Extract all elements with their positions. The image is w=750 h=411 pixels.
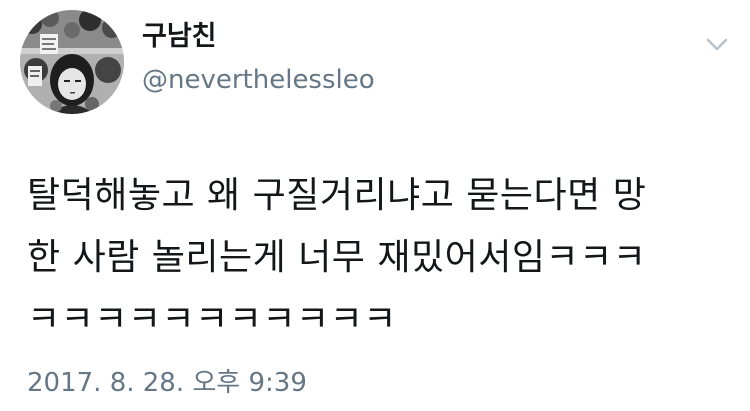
tweet-card: 구남친 @neverthelessleo 탈덕해놓고 왜 구질거리냐고 묻는다면… bbox=[0, 0, 750, 411]
avatar-image bbox=[20, 10, 124, 114]
tweet-text-line: 한 사람 놀리는게 너무 재밌어서임ㅋㅋㅋ bbox=[27, 237, 647, 278]
avatar[interactable] bbox=[20, 10, 124, 114]
chevron-down-icon[interactable] bbox=[702, 32, 732, 56]
tweet-timestamp[interactable]: 2017. 8. 28. 오후 9:39 bbox=[27, 366, 307, 400]
tweet-text-line: ㅋㅋㅋㅋㅋㅋㅋㅋㅋㅋㅋ bbox=[27, 299, 397, 340]
tweet-text: 탈덕해놓고 왜 구질거리냐고 묻는다면 망 한 사람 놀리는게 너무 재밌어서임… bbox=[27, 165, 727, 351]
user-handle[interactable]: @neverthelessleo bbox=[142, 63, 375, 97]
display-name[interactable]: 구남친 bbox=[142, 20, 217, 54]
tweet-text-line: 탈덕해놓고 왜 구질거리냐고 묻는다면 망 bbox=[27, 175, 647, 216]
